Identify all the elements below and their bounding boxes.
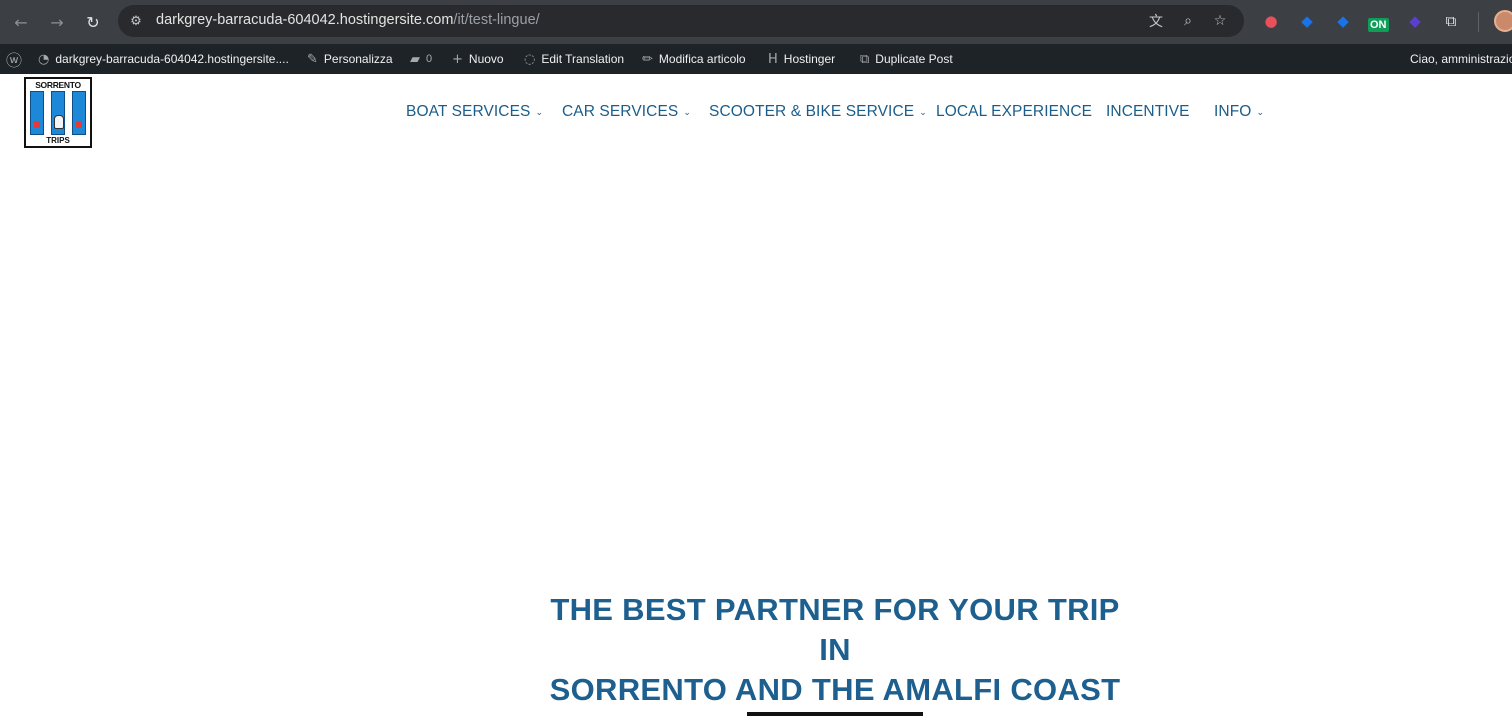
extensions-puzzle-icon[interactable]: ⧉ bbox=[1440, 10, 1462, 32]
site-settings-icon[interactable]: ⚙ bbox=[126, 11, 146, 31]
chevron-down-icon: ⌄ bbox=[1256, 108, 1265, 118]
menu-label: INFO bbox=[1214, 103, 1252, 120]
logo-bottom-text: TRIPS bbox=[46, 136, 70, 145]
back-icon[interactable]: ← bbox=[7, 8, 35, 36]
bookmark-star-icon[interactable]: ☆ bbox=[1210, 11, 1230, 31]
chevron-down-icon: ⌄ bbox=[919, 108, 927, 118]
logo-pillar-left bbox=[30, 91, 44, 135]
menu-label: CAR SERVICES bbox=[562, 103, 679, 120]
brush-icon: ✎ bbox=[307, 51, 318, 67]
duplicate-icon: ⧉ bbox=[860, 51, 870, 67]
menu-car-services[interactable]: CAR SERVICES ⌄ bbox=[562, 103, 691, 121]
menu-local-experience[interactable]: LOCAL EXPERIENCE bbox=[936, 103, 1092, 121]
greeting-label: Ciao, amministrazio bbox=[1410, 52, 1512, 66]
extension-tag2-icon[interactable]: ◆ bbox=[1332, 10, 1354, 32]
address-bar[interactable]: ⚙ darkgrey-barracuda-604042.hostingersit… bbox=[118, 5, 1244, 37]
zoom-icon[interactable]: ⌕ bbox=[1178, 11, 1198, 31]
extension-on-badge[interactable]: ON bbox=[1368, 18, 1389, 32]
url-path: /it/test-lingue/ bbox=[453, 12, 540, 28]
admin-edit-translation[interactable]: ◌ Edit Translation bbox=[524, 44, 624, 74]
menu-boat-services[interactable]: BOAT SERVICES ⌄ bbox=[406, 103, 543, 121]
menu-info[interactable]: INFO ⌄ bbox=[1214, 103, 1264, 121]
extension-dots-icon[interactable]: ● bbox=[1260, 10, 1282, 32]
extension-cube-icon[interactable]: ◆ bbox=[1404, 10, 1426, 32]
toolbar-separator bbox=[1478, 12, 1479, 32]
profile-avatar[interactable] bbox=[1494, 10, 1512, 32]
edit-translation-label: Edit Translation bbox=[541, 52, 625, 66]
customize-label: Personalizza bbox=[323, 52, 393, 66]
admin-customize[interactable]: ✎ Personalizza bbox=[307, 44, 393, 74]
hero-divider bbox=[747, 712, 923, 716]
admin-edit-post[interactable]: ✏ Modifica articolo bbox=[642, 44, 746, 74]
browser-toolbar: ← → ↻ ⚙ darkgrey-barracuda-604042.hostin… bbox=[0, 0, 1512, 44]
menu-label: INCENTIVE bbox=[1106, 103, 1190, 120]
extension-tag-icon[interactable]: ◆ bbox=[1296, 10, 1318, 32]
edit-post-label: Modifica articolo bbox=[658, 52, 746, 66]
comments-count: 0 bbox=[426, 53, 433, 65]
chevron-down-icon: ⌄ bbox=[535, 108, 544, 118]
url-text[interactable]: darkgrey-barracuda-604042.hostingersite.… bbox=[156, 12, 540, 28]
wp-admin-bar: ⓦ ◔ darkgrey-barracuda-604042.hostingersi… bbox=[0, 44, 1512, 74]
hostinger-label: Hostinger bbox=[783, 52, 836, 66]
dashboard-icon: ◔ bbox=[38, 51, 50, 67]
forward-icon[interactable]: → bbox=[43, 8, 71, 36]
menu-label: SCOOTER & BIKE SERVICE bbox=[709, 103, 915, 120]
comment-icon: ▰ bbox=[410, 51, 420, 67]
duplicate-post-label: Duplicate Post bbox=[875, 52, 953, 66]
logo-figure-icon bbox=[54, 115, 64, 129]
admin-site-name[interactable]: ◔ darkgrey-barracuda-604042.hostingersite… bbox=[38, 44, 289, 74]
menu-label: BOAT SERVICES bbox=[406, 103, 531, 120]
hero-headline-line2: SORRENTO AND THE AMALFI COAST bbox=[549, 672, 1121, 707]
site-name-label: darkgrey-barracuda-604042.hostingersite.… bbox=[55, 52, 289, 66]
hero-headline-line1: THE BEST PARTNER FOR YOUR TRIP IN bbox=[550, 592, 1120, 667]
admin-hostinger[interactable]: H Hostinger bbox=[768, 44, 835, 74]
admin-account-greeting[interactable]: Ciao, amministrazio bbox=[1410, 44, 1512, 74]
hostinger-icon: H bbox=[768, 51, 778, 67]
logo-top-text: SORRENTO bbox=[35, 80, 81, 90]
site-logo[interactable]: SORRENTO TRIPS bbox=[24, 77, 92, 148]
menu-scooter-bike-service[interactable]: SCOOTER & BIKE SERVICE ⌄ bbox=[709, 103, 927, 121]
new-label: Nuovo bbox=[468, 52, 504, 66]
reload-icon[interactable]: ↻ bbox=[79, 8, 107, 36]
hero-headline: THE BEST PARTNER FOR YOUR TRIP IN SORREN… bbox=[535, 590, 1135, 710]
pencil-icon: ✏ bbox=[642, 51, 653, 67]
translate-icon: ◌ bbox=[524, 51, 536, 67]
wordpress-logo-icon[interactable]: ⓦ bbox=[6, 44, 22, 74]
logo-pillar-right bbox=[72, 91, 86, 135]
menu-incentive[interactable]: INCENTIVE bbox=[1106, 103, 1190, 121]
plus-icon: + bbox=[452, 51, 463, 67]
url-host: darkgrey-barracuda-604042.hostingersite.… bbox=[156, 12, 454, 28]
admin-new[interactable]: + Nuovo bbox=[452, 44, 504, 74]
translate-icon[interactable]: 文 bbox=[1146, 11, 1166, 31]
chevron-down-icon: ⌄ bbox=[683, 108, 691, 118]
admin-comments[interactable]: ▰ 0 bbox=[410, 44, 432, 74]
menu-label: LOCAL EXPERIENCE bbox=[936, 103, 1093, 120]
admin-duplicate-post[interactable]: ⧉ Duplicate Post bbox=[860, 44, 953, 74]
